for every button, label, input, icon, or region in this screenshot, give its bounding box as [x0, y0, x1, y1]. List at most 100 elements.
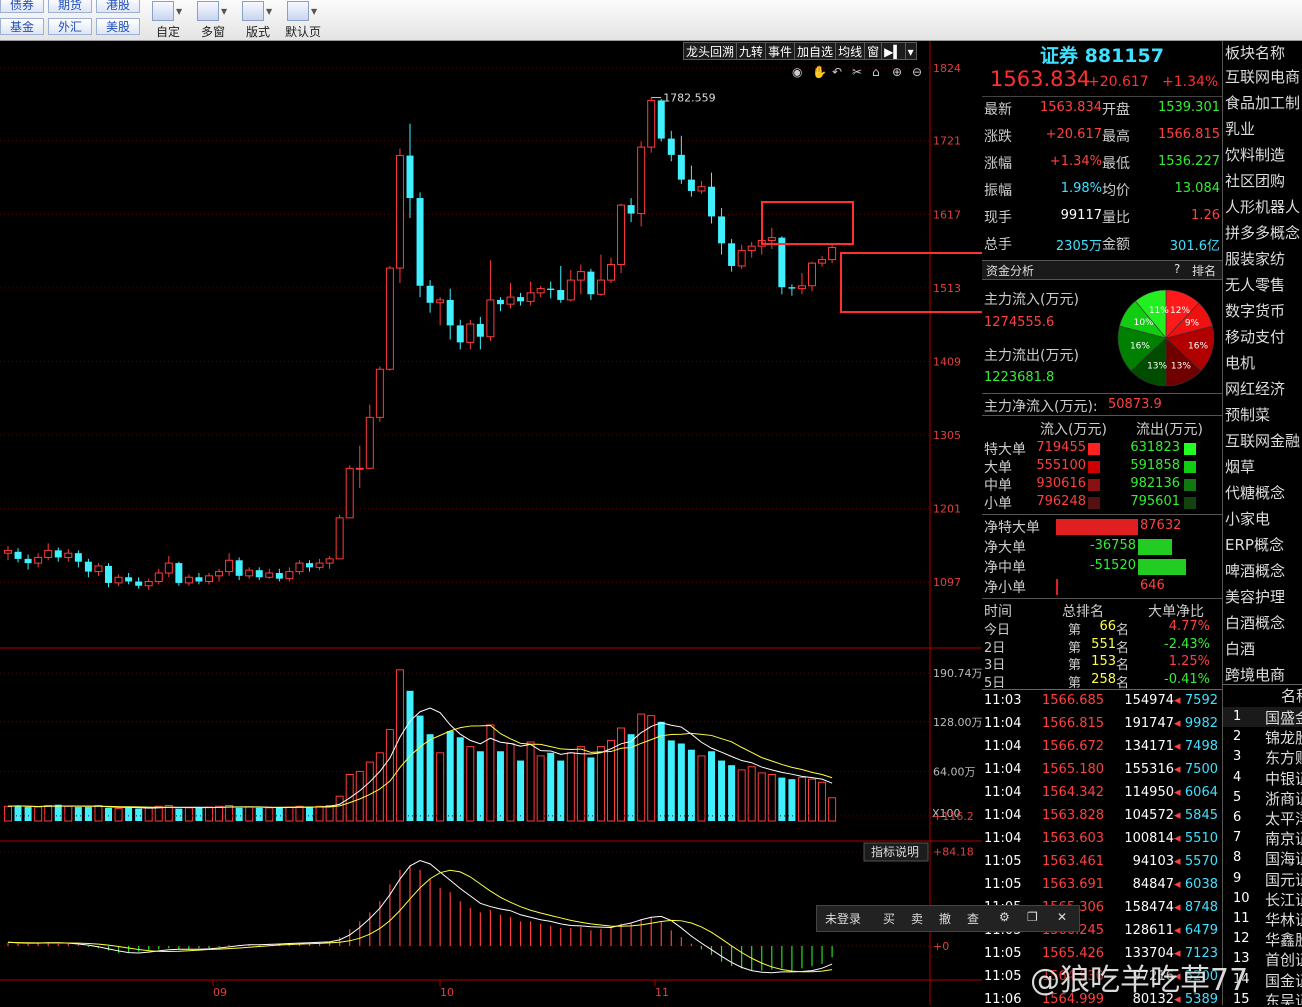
sector-item[interactable]: 烟草: [1225, 456, 1255, 477]
market-hk-button[interactable]: 港股: [96, 0, 140, 13]
fund-help-button[interactable]: ?: [1174, 262, 1180, 276]
sector-item[interactable]: 电机: [1225, 352, 1255, 373]
market-forex-button[interactable]: 外汇: [48, 18, 92, 35]
sell-button[interactable]: 卖: [911, 910, 923, 927]
sector-item[interactable]: 白酒: [1225, 638, 1255, 659]
candle: [737, 244, 746, 269]
stock-rank: 9: [1233, 870, 1242, 886]
restore-icon[interactable]: ❐: [1027, 910, 1038, 924]
candle: [557, 265, 565, 303]
sector-item[interactable]: 数字货币: [1225, 300, 1285, 321]
stock-row[interactable]: 9 国元证: [1223, 869, 1302, 889]
chart-tool-icon[interactable]: ✂: [852, 65, 862, 79]
tab-add-watchlist[interactable]: 加自选: [794, 42, 837, 60]
market-bonds-button[interactable]: 债券: [0, 0, 44, 13]
buy-button[interactable]: 买: [883, 910, 895, 927]
candle: [496, 297, 504, 312]
sector-item[interactable]: 饮料制造: [1225, 144, 1285, 165]
stock-row[interactable]: 4 中银证: [1223, 768, 1302, 788]
tick-volume: 8748: [1184, 900, 1218, 915]
chart-tool-icon[interactable]: ⌂: [872, 65, 880, 79]
market-funds-button[interactable]: 基金: [0, 18, 44, 35]
sector-item[interactable]: 拼多多概念: [1225, 222, 1300, 243]
quote-label: 振幅: [984, 183, 1012, 199]
chart-tool-icon[interactable]: ✋: [812, 65, 827, 79]
export-icon[interactable]: ▶▍: [881, 42, 906, 60]
pie-slice-label: 13%: [1171, 362, 1191, 372]
stock-row[interactable]: 2 锦龙股: [1223, 727, 1302, 747]
sector-item[interactable]: ERP概念: [1225, 534, 1284, 555]
stock-rank: 7: [1233, 830, 1242, 846]
candle-body: [144, 581, 153, 587]
sector-item[interactable]: 互联网电商: [1225, 66, 1300, 87]
volume-bar: [808, 778, 816, 822]
order-inflow-swatch: [1088, 443, 1100, 455]
stock-row[interactable]: 11 华林证: [1223, 909, 1302, 929]
multi-window-button[interactable]: ▼ 多窗: [191, 1, 235, 39]
tab-window[interactable]: 窗: [864, 42, 883, 60]
tab-moving-average[interactable]: 均线: [835, 42, 866, 60]
tick-time: 11:04: [984, 831, 1022, 846]
cancel-order-button[interactable]: 撤: [939, 910, 951, 927]
stock-row[interactable]: 5 浙商证: [1223, 788, 1302, 808]
candle-body: [235, 560, 243, 576]
sector-item[interactable]: 白酒概念: [1225, 612, 1285, 633]
sector-item[interactable]: 移动支付: [1225, 326, 1285, 347]
stock-row[interactable]: 1 国盛金: [1223, 707, 1302, 727]
custom-button[interactable]: ▼ 自定: [146, 1, 190, 39]
sector-item[interactable]: 人形机器人: [1225, 196, 1300, 217]
sector-item[interactable]: 社区团购: [1225, 170, 1285, 191]
candle-body: [517, 297, 525, 302]
chart-tool-icon[interactable]: ⊕: [892, 65, 902, 79]
tab-nine-turn[interactable]: 九转: [736, 42, 767, 60]
sector-item[interactable]: 代糖概念: [1225, 482, 1285, 503]
net-order-label: 净特大单: [984, 520, 1040, 536]
layout-button[interactable]: ▼ 版式: [236, 1, 280, 39]
volume-bar: [607, 739, 615, 822]
sector-item[interactable]: 预制菜: [1225, 404, 1270, 425]
tab-events[interactable]: 事件: [765, 42, 796, 60]
sector-item[interactable]: 啤酒概念: [1225, 560, 1285, 581]
sector-header: 板块名称: [1225, 44, 1286, 62]
chart-tool-icon[interactable]: ↶: [832, 65, 842, 79]
volume-bar: [306, 807, 313, 821]
kline-chart[interactable]: 1824 1721 1617 1513 1409 1305 1201 1097 1782.559…: [0, 41, 982, 1005]
candle-body: [797, 285, 806, 290]
volume-bar: [526, 741, 535, 822]
stock-name: 国金证: [1265, 971, 1302, 990]
stock-row[interactable]: 6 太平洋: [1223, 808, 1302, 828]
stock-row[interactable]: 10 长江证: [1223, 889, 1302, 909]
tab-leader-review[interactable]: 龙头回溯: [683, 42, 738, 60]
sector-item[interactable]: 网红经济: [1225, 378, 1285, 399]
sector-item[interactable]: 无人零售: [1225, 274, 1285, 295]
quote-value: 1.26: [1191, 208, 1220, 223]
stock-row[interactable]: 7 南京证: [1223, 828, 1302, 848]
candle: [225, 553, 234, 576]
sector-item[interactable]: 乳业: [1225, 118, 1255, 139]
chart-tool-icon[interactable]: ◉: [792, 65, 802, 79]
quote-title: 证券 881157: [1040, 45, 1164, 67]
login-button[interactable]: 未登录: [825, 910, 861, 927]
sector-item[interactable]: 服装家纺: [1225, 248, 1285, 269]
dropdown-icon[interactable]: ▾: [904, 42, 917, 60]
stock-name: 首创证: [1265, 951, 1302, 970]
sector-item[interactable]: 小家电: [1225, 508, 1270, 529]
stock-row[interactable]: 8 国海证: [1223, 848, 1302, 868]
default-page-button[interactable]: ▼ 默认页: [281, 1, 325, 39]
market-us-button[interactable]: 美股: [96, 18, 140, 35]
market-futures-button[interactable]: 期货: [48, 0, 92, 13]
sector-item[interactable]: 美容护理: [1225, 586, 1285, 607]
candle-body: [446, 299, 454, 326]
stock-row[interactable]: 12 华鑫股: [1223, 929, 1302, 949]
sector-item[interactable]: 互联网金融: [1225, 430, 1300, 451]
sector-item[interactable]: 跨境电商: [1225, 664, 1285, 685]
candle: [135, 577, 143, 589]
volume-bar: [667, 740, 675, 821]
fund-rank-button[interactable]: 排名: [1192, 262, 1216, 279]
settings-icon[interactable]: ⚙: [999, 910, 1010, 924]
close-icon[interactable]: ✕: [1057, 910, 1067, 924]
chart-tool-icon[interactable]: ⊖: [912, 65, 922, 79]
sector-item[interactable]: 食品加工制: [1225, 92, 1300, 113]
query-button[interactable]: 查: [967, 910, 979, 927]
stock-row[interactable]: 3 东方财: [1223, 747, 1302, 767]
